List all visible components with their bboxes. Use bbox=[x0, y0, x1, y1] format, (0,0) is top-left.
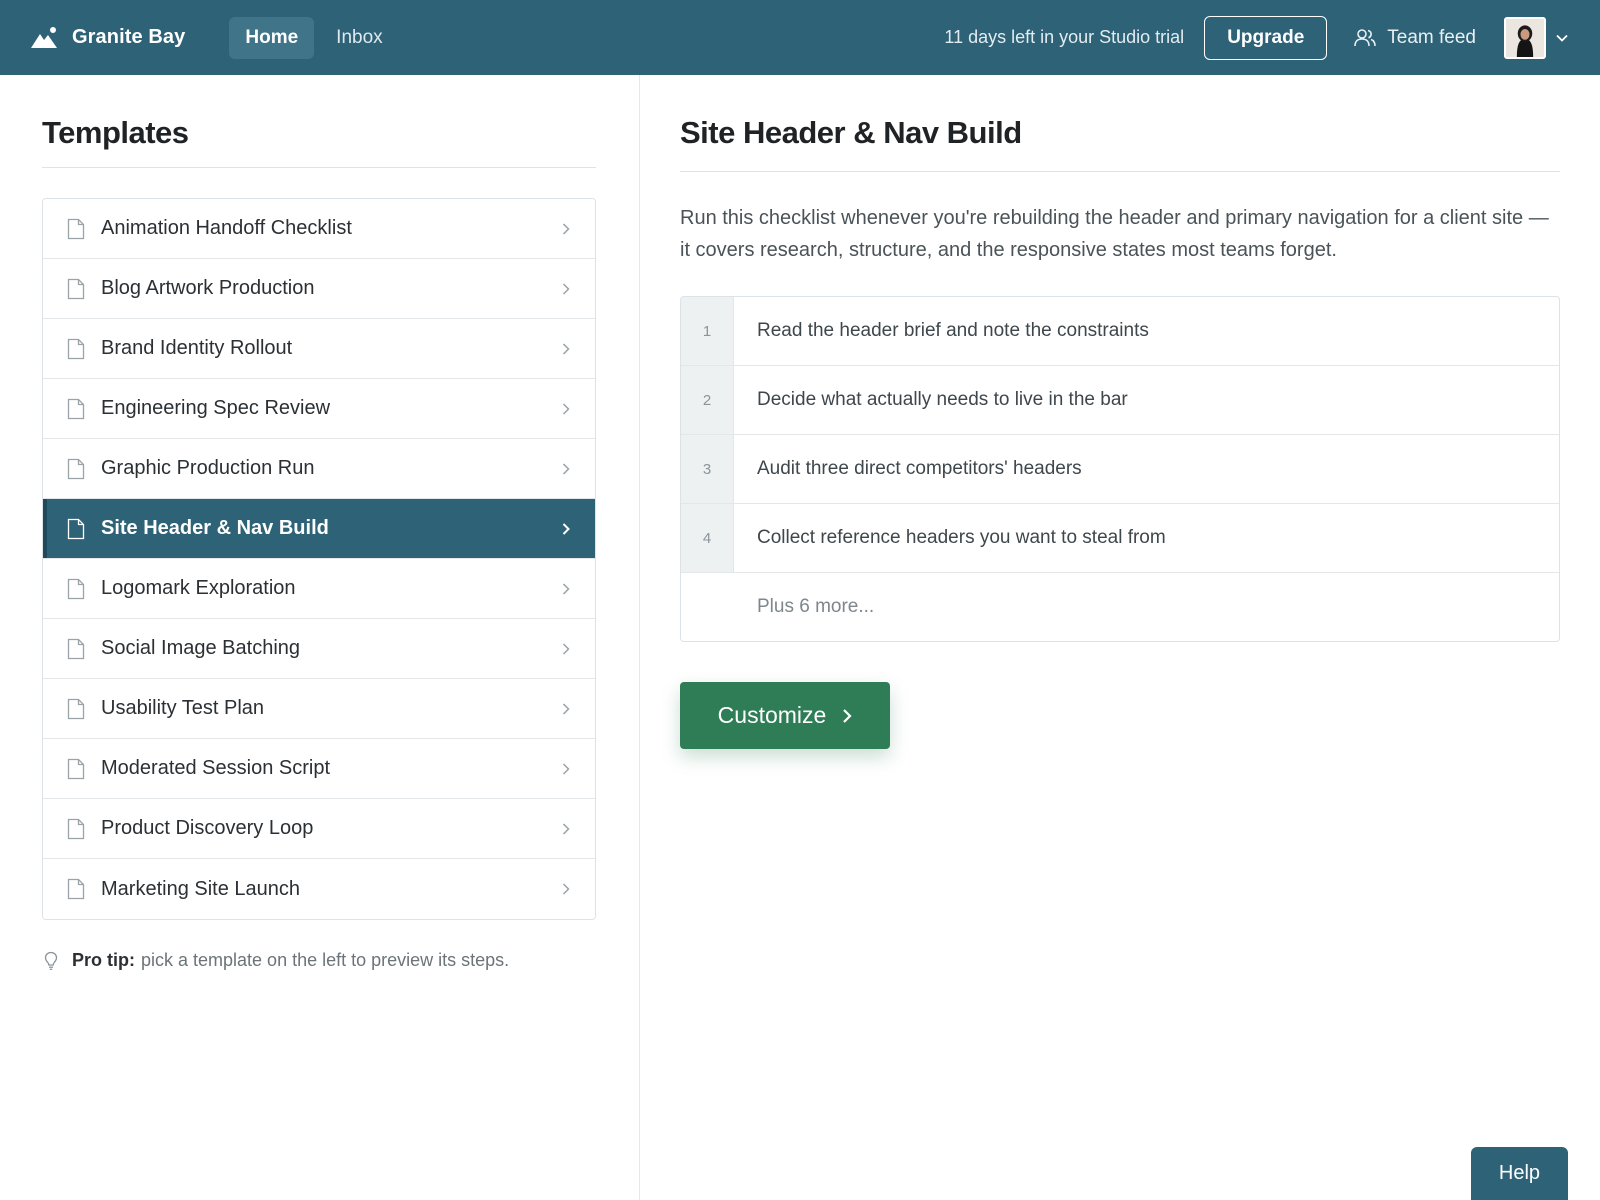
template-list-item[interactable]: Brand Identity Rollout bbox=[43, 319, 595, 379]
pro-tip-label: Pro tip: bbox=[72, 950, 135, 970]
chevron-right-icon bbox=[562, 702, 570, 715]
team-feed-link[interactable]: Team feed bbox=[1353, 27, 1476, 49]
more-steps-text: Plus 6 more... bbox=[757, 596, 875, 617]
template-list-item[interactable]: Product Discovery Loop bbox=[43, 799, 595, 859]
users-icon bbox=[1354, 28, 1377, 46]
brand-name: Granite Bay bbox=[72, 26, 186, 48]
pro-tip: Pro tip: pick a template on the left to … bbox=[42, 950, 596, 971]
chevron-right-icon bbox=[562, 462, 570, 475]
step-row: 3 Audit three direct competitors' header… bbox=[681, 435, 1559, 504]
step-row: 4 Collect reference headers you want to … bbox=[681, 504, 1559, 573]
top-navigation-bar: Granite Bay Home Inbox 11 days left in y… bbox=[0, 0, 1600, 75]
template-list-item[interactable]: Logomark Exploration bbox=[43, 559, 595, 619]
document-icon bbox=[67, 698, 85, 719]
template-label: Graphic Production Run bbox=[101, 457, 315, 479]
template-label: Site Header & Nav Build bbox=[101, 517, 329, 539]
template-label: Engineering Spec Review bbox=[101, 397, 331, 419]
chevron-right-icon bbox=[562, 222, 570, 235]
chevron-right-icon bbox=[562, 822, 570, 835]
mountain-icon bbox=[31, 26, 57, 48]
template-label: Social Image Batching bbox=[101, 637, 301, 659]
document-icon bbox=[67, 458, 85, 479]
chevron-right-icon bbox=[843, 708, 852, 723]
upgrade-button[interactable]: Upgrade bbox=[1204, 15, 1328, 60]
steps-list: 1 Read the header brief and note the con… bbox=[680, 296, 1560, 642]
header-actions: 11 days left in your Studio trial Upgrad… bbox=[944, 0, 1600, 75]
template-label: Marketing Site Launch bbox=[101, 877, 301, 900]
template-label: Animation Handoff Checklist bbox=[101, 217, 352, 239]
step-text: Audit three direct competitors' headers bbox=[757, 458, 1082, 479]
step-number: 3 bbox=[681, 435, 734, 503]
preview-title: Site Header & Nav Build bbox=[680, 115, 1560, 172]
chevron-right-icon bbox=[562, 282, 570, 295]
document-icon bbox=[67, 578, 85, 599]
document-icon bbox=[67, 218, 85, 239]
step-row: 1 Read the header brief and note the con… bbox=[681, 297, 1559, 366]
main-nav: Home Inbox bbox=[229, 16, 404, 59]
chevron-right-icon bbox=[562, 582, 570, 595]
template-list-item[interactable]: Marketing Site Launch bbox=[43, 859, 595, 919]
template-list-item[interactable]: Animation Handoff Checklist bbox=[43, 199, 595, 259]
templates-panel: Templates Animation Handoff Checklist Blo… bbox=[42, 75, 596, 971]
step-number: 4 bbox=[681, 504, 734, 572]
templates-heading: Templates bbox=[42, 115, 596, 168]
template-label: Usability Test Plan bbox=[101, 697, 265, 719]
template-label: Blog Artwork Production bbox=[101, 277, 315, 299]
trial-status-text: 11 days left in your Studio trial bbox=[944, 27, 1185, 47]
template-list-item[interactable]: Moderated Session Script bbox=[43, 739, 595, 799]
customize-label: Customize bbox=[717, 702, 827, 728]
chevron-right-icon bbox=[562, 342, 570, 355]
chevron-down-icon bbox=[1556, 34, 1568, 42]
step-text: Collect reference headers you want to st… bbox=[757, 527, 1166, 548]
chevron-right-icon bbox=[562, 642, 570, 655]
template-list-item[interactable]: Site Header & Nav Build bbox=[43, 499, 595, 559]
chevron-right-icon bbox=[562, 883, 570, 895]
document-icon bbox=[67, 518, 85, 539]
template-list-item[interactable]: Usability Test Plan bbox=[43, 679, 595, 739]
column-divider bbox=[639, 75, 640, 1200]
template-label: Product Discovery Loop bbox=[101, 817, 314, 839]
document-icon bbox=[67, 818, 85, 839]
document-icon bbox=[67, 638, 85, 659]
template-list-item[interactable]: Blog Artwork Production bbox=[43, 259, 595, 319]
template-list-item[interactable]: Graphic Production Run bbox=[43, 439, 595, 499]
template-label: Brand Identity Rollout bbox=[101, 337, 293, 359]
nav-inbox[interactable]: Inbox bbox=[320, 17, 398, 59]
account-menu[interactable] bbox=[1504, 16, 1568, 59]
pro-tip-text: pick a template on the left to preview i… bbox=[141, 950, 510, 970]
nav-home[interactable]: Home bbox=[229, 16, 315, 59]
document-icon bbox=[67, 338, 85, 359]
chevron-right-icon bbox=[562, 522, 570, 535]
brand[interactable]: Granite Bay bbox=[30, 26, 185, 50]
lightbulb-icon bbox=[44, 951, 58, 970]
template-list-item[interactable]: Engineering Spec Review bbox=[43, 379, 595, 439]
template-label: Moderated Session Script bbox=[101, 757, 331, 779]
step-number: 2 bbox=[681, 366, 734, 434]
chevron-right-icon bbox=[562, 762, 570, 775]
template-list: Animation Handoff Checklist Blog Artwork … bbox=[42, 198, 596, 920]
chevron-right-icon bbox=[562, 402, 570, 415]
document-icon bbox=[67, 758, 85, 779]
step-row: 2 Decide what actually needs to live in … bbox=[681, 366, 1559, 435]
preview-description: Run this checklist whenever you're rebui… bbox=[680, 207, 1549, 261]
customize-button[interactable]: Customize bbox=[680, 682, 890, 749]
step-number: 1 bbox=[681, 297, 734, 365]
template-label: Logomark Exploration bbox=[101, 577, 296, 599]
team-feed-label: Team feed bbox=[1387, 26, 1476, 48]
avatar bbox=[1504, 16, 1546, 59]
step-text: Decide what actually needs to live in th… bbox=[757, 389, 1128, 410]
document-icon bbox=[67, 278, 85, 299]
template-list-item[interactable]: Social Image Batching bbox=[43, 619, 595, 679]
template-preview: Site Header & Nav Build Run this checkli… bbox=[680, 75, 1560, 749]
step-text: Read the header brief and note the const… bbox=[757, 320, 1149, 341]
help-button[interactable]: Help bbox=[1471, 1147, 1568, 1200]
document-icon bbox=[67, 398, 85, 419]
document-icon bbox=[67, 878, 85, 900]
